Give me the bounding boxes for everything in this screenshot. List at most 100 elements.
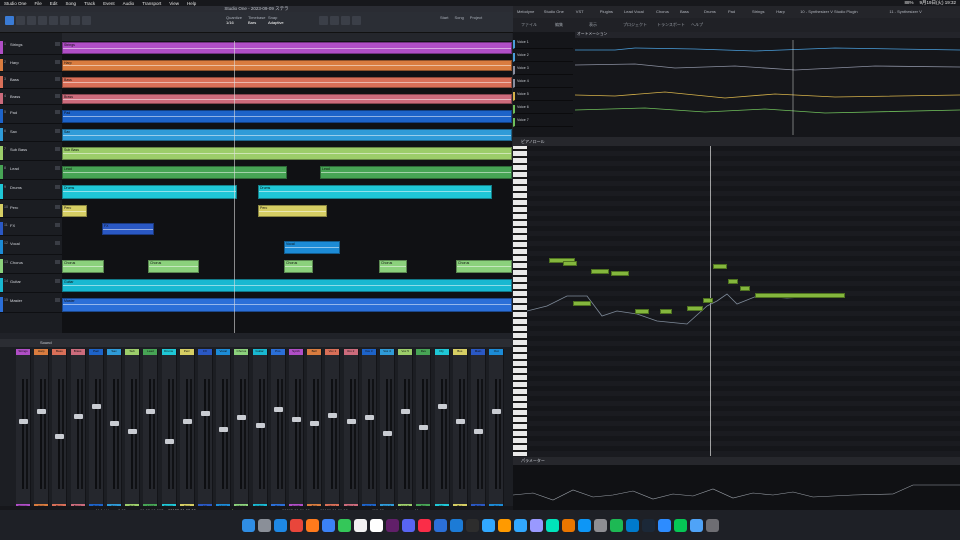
steam-icon[interactable] (641, 518, 655, 532)
spotify-icon[interactable] (609, 518, 623, 532)
fader-handle[interactable] (182, 419, 192, 424)
editor-menu-item[interactable]: トランスポート (657, 22, 685, 28)
mute-button[interactable] (55, 298, 60, 302)
fader-handle[interactable] (455, 419, 465, 424)
fader-track[interactable] (295, 379, 297, 489)
audition-icon[interactable] (545, 518, 559, 532)
note[interactable] (591, 269, 609, 274)
track-header[interactable]: 4 Brass (0, 93, 62, 105)
fader-handle[interactable] (201, 411, 210, 416)
fader-track[interactable] (113, 379, 115, 489)
split-tool-icon[interactable] (27, 16, 36, 25)
fader-handle[interactable] (437, 404, 447, 409)
clip-event[interactable]: Drums (258, 185, 492, 199)
fader-track[interactable] (222, 379, 225, 489)
piano-keyboard[interactable] (513, 146, 527, 456)
launchpad-icon[interactable] (257, 518, 271, 532)
note[interactable] (660, 309, 672, 314)
grid-icon[interactable] (330, 16, 339, 25)
fader-handle[interactable] (255, 423, 265, 428)
project-page-button[interactable]: Project (470, 15, 482, 27)
mute-button[interactable] (55, 205, 60, 209)
track-header[interactable]: 3 Bass (0, 76, 62, 89)
terminal-icon[interactable] (465, 518, 479, 532)
fader-handle[interactable] (55, 434, 65, 439)
mute-button[interactable] (55, 60, 60, 64)
fader-handle[interactable] (19, 419, 28, 424)
clip-event[interactable]: Strings (62, 42, 512, 54)
clip-event[interactable]: Chorus (379, 260, 407, 273)
fader-track[interactable] (458, 379, 461, 489)
note[interactable] (635, 309, 649, 314)
mute-button[interactable] (55, 166, 60, 170)
fader-track[interactable] (240, 379, 243, 489)
playhead[interactable] (234, 41, 235, 333)
fader-handle[interactable] (73, 414, 83, 419)
track-header[interactable]: 14 Guitar (0, 278, 62, 293)
settings-icon[interactable] (593, 518, 607, 532)
fader-handle[interactable] (474, 429, 483, 434)
note[interactable] (703, 298, 713, 303)
editor-menu-item[interactable]: 表示 (589, 22, 597, 28)
mute-button[interactable] (55, 241, 60, 245)
arrange-view[interactable]: Strings Harp Bass Brass Pad Sax Sub Bass Lead Le… (62, 33, 512, 333)
editor-menu-item[interactable]: 編集 (555, 22, 563, 28)
editor-tab[interactable]: Bass (680, 9, 689, 14)
fader-handle[interactable] (492, 409, 502, 414)
fader-track[interactable] (22, 379, 24, 489)
editor-tab[interactable]: Drums (704, 9, 716, 14)
clip-event[interactable]: Bass (62, 77, 512, 88)
clip-event[interactable]: Guitar (62, 279, 512, 292)
note[interactable] (755, 293, 845, 298)
clip-event[interactable]: Brass (62, 94, 512, 104)
discord-icon[interactable] (401, 518, 415, 532)
automation-track[interactable]: Voice 1 (513, 40, 573, 49)
music-icon[interactable] (417, 518, 431, 532)
editor-tab[interactable]: Melodyne (517, 9, 534, 14)
note[interactable] (573, 301, 591, 306)
menu-item[interactable]: View (169, 1, 179, 6)
fader-handle[interactable] (91, 404, 101, 409)
fader-handle[interactable] (164, 439, 174, 444)
fader-track[interactable] (349, 379, 352, 489)
fader-track[interactable] (495, 379, 498, 489)
fader-track[interactable] (258, 379, 261, 489)
photoshop-icon[interactable] (481, 518, 495, 532)
note[interactable] (687, 306, 703, 311)
illustrator-icon[interactable] (497, 518, 511, 532)
menu-item[interactable]: Audio (123, 1, 135, 6)
calendar-icon[interactable] (353, 518, 367, 532)
menu-item[interactable]: Track (84, 1, 95, 6)
fader-track[interactable] (367, 379, 370, 489)
follow-icon[interactable] (352, 16, 361, 25)
track-header[interactable]: 13 Chorus (0, 259, 62, 274)
fader-handle[interactable] (292, 417, 301, 422)
track-header[interactable]: 1 Strings (0, 41, 62, 55)
track-header[interactable]: 5 Pad (0, 109, 62, 124)
blender-icon[interactable] (561, 518, 575, 532)
premiere-icon[interactable] (529, 518, 543, 532)
zoom-icon[interactable] (341, 16, 350, 25)
fader-handle[interactable] (219, 427, 229, 432)
fader-handle[interactable] (310, 421, 320, 426)
menu-item[interactable]: Song (66, 1, 77, 6)
fader-handle[interactable] (146, 409, 156, 414)
track-header[interactable]: 7 Sub Bass (0, 146, 62, 161)
fader-track[interactable] (185, 379, 188, 489)
menu-item[interactable]: Studio One (4, 1, 27, 6)
slack-icon[interactable] (385, 518, 399, 532)
editor-tab[interactable]: Lead Vocal (624, 9, 644, 14)
firefox-icon[interactable] (305, 518, 319, 532)
note[interactable] (611, 271, 629, 276)
clip-event[interactable]: Chorus (456, 260, 512, 273)
mute-button[interactable] (55, 260, 60, 264)
fader-track[interactable] (440, 379, 443, 489)
note[interactable] (713, 264, 727, 269)
editor-menu-item[interactable]: プロジェクト (623, 22, 647, 28)
paint-tool-icon[interactable] (49, 16, 58, 25)
fader-handle[interactable] (273, 407, 283, 412)
fader-track[interactable] (131, 379, 134, 489)
fader-handle[interactable] (328, 413, 338, 418)
track-header[interactable]: 15 Master (0, 297, 62, 313)
song-page-button[interactable]: Song (454, 15, 463, 27)
